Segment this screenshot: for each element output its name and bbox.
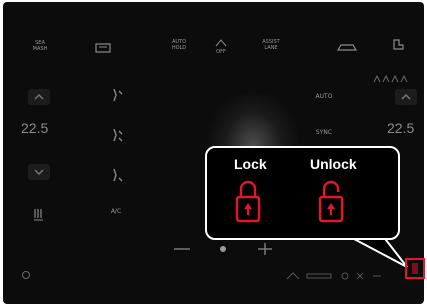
lane-assist-button[interactable]: ASSIST LANE xyxy=(258,39,284,51)
left-temperature: 22.5 xyxy=(21,120,49,136)
lock-button[interactable] xyxy=(235,177,261,225)
chevron-down-icon xyxy=(34,169,44,175)
sync-label: SYNC xyxy=(315,129,333,136)
lock-key-icon xyxy=(412,263,418,274)
car-view-icon[interactable] xyxy=(336,39,358,57)
right-temperature: 22.5 xyxy=(387,120,415,136)
traction-off-label: OFF xyxy=(216,49,226,55)
ac-button[interactable]: A/C xyxy=(107,209,125,215)
rear-defrost-icon[interactable] xyxy=(95,40,111,58)
sync-button[interactable]: SYNC xyxy=(313,130,335,136)
auto-climate-button[interactable]: AUTO xyxy=(313,94,335,100)
chevron-up-icon xyxy=(401,94,411,100)
airflow-feet-icon[interactable] xyxy=(110,167,124,188)
auto-climate-label: AUTO xyxy=(315,93,333,100)
auto-hold-label: AUTO HOLD xyxy=(171,39,187,51)
fan-speed-slider[interactable] xyxy=(168,242,278,261)
airflow-face-icon[interactable] xyxy=(110,87,124,108)
seat-massage-label: SEA MASH xyxy=(32,40,48,52)
door-lock-popup: Lock Unlock xyxy=(205,146,400,240)
lock-label: Lock xyxy=(234,156,267,172)
chevron-up-icon xyxy=(34,94,44,100)
traction-off-button[interactable]: OFF xyxy=(213,39,229,55)
left-seat-heat-icon[interactable] xyxy=(33,207,45,226)
door-lock-key-highlight[interactable] xyxy=(405,258,425,279)
auto-hold-button[interactable]: AUTO HOLD xyxy=(167,39,191,51)
left-temp-up-button[interactable] xyxy=(28,89,50,105)
lane-assist-label: ASSIST LANE xyxy=(262,39,280,51)
airflow-face-feet-icon[interactable] xyxy=(110,127,124,148)
unlock-button[interactable] xyxy=(318,177,350,225)
power-icon[interactable] xyxy=(21,267,31,285)
unlock-label: Unlock xyxy=(310,156,357,172)
car-skid-icon xyxy=(215,39,227,47)
right-temp-up-button[interactable] xyxy=(395,89,417,105)
heated-seat-icon[interactable] xyxy=(391,37,405,56)
seat-massage-button[interactable]: SEA MASH xyxy=(25,40,55,52)
left-temp-down-button[interactable] xyxy=(28,164,50,180)
fan-level-icon xyxy=(373,70,409,88)
ac-label: A/C xyxy=(110,208,122,215)
